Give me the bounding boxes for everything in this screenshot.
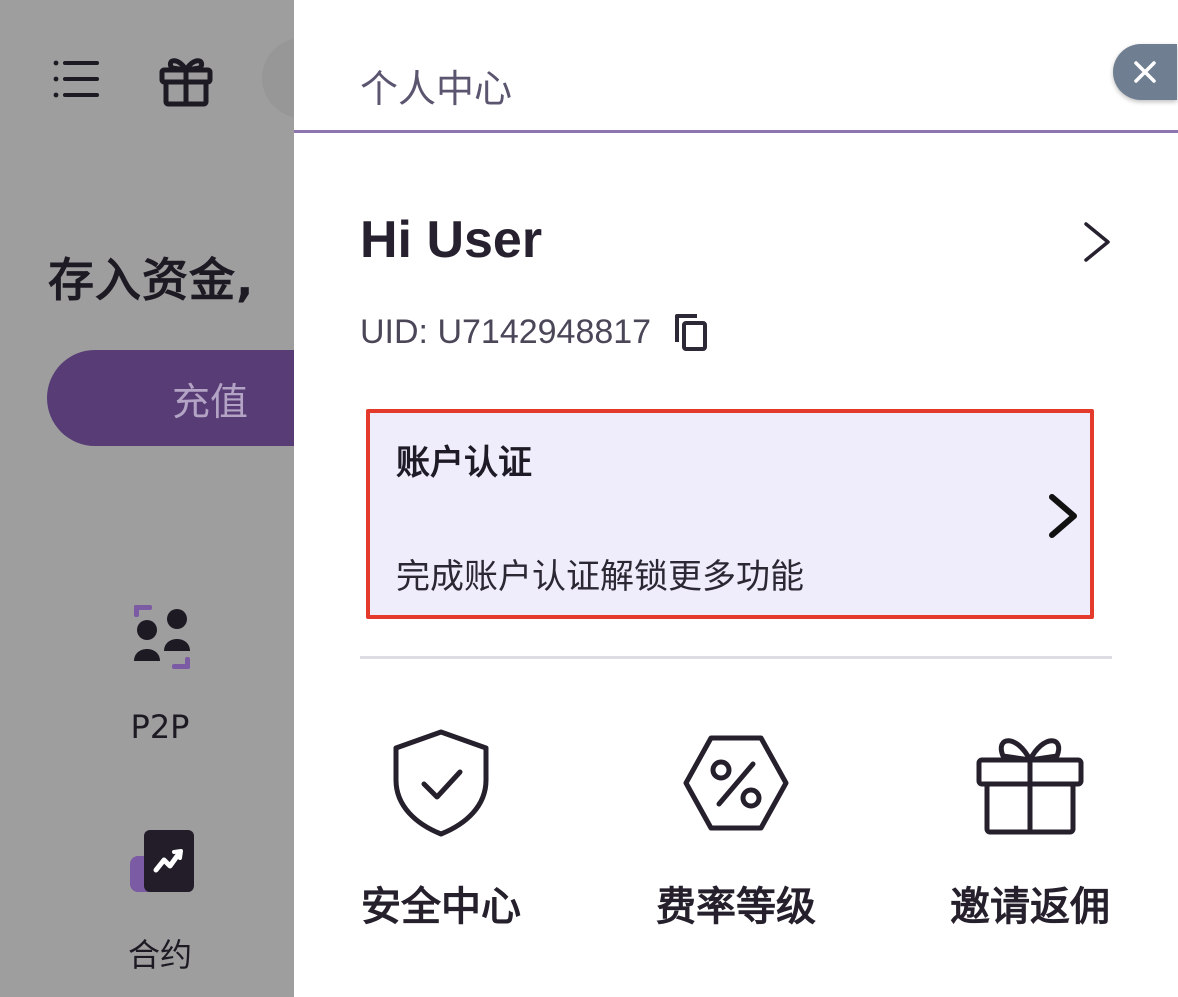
- verification-title: 账户认证: [396, 443, 532, 483]
- account-verification-card[interactable]: 账户认证 完成账户认证解锁更多功能: [366, 409, 1094, 619]
- shortcut-label: 邀请返佣: [950, 884, 1110, 930]
- chevron-right-icon: [1049, 494, 1077, 538]
- chevron-right-icon[interactable]: [1078, 220, 1118, 264]
- shield-check-icon: [393, 729, 489, 837]
- fee-tier-shortcut[interactable]: 费率等级: [626, 728, 846, 930]
- verification-subtitle: 完成账户认证解锁更多功能: [396, 557, 804, 597]
- gift-icon[interactable]: [158, 52, 214, 108]
- close-button[interactable]: [1113, 44, 1177, 100]
- contract-icon[interactable]: [130, 830, 196, 894]
- deposit-button-label: 充值: [172, 379, 249, 424]
- copy-icon[interactable]: [673, 312, 709, 352]
- uid-row: UID: U7142948817: [360, 312, 709, 352]
- shortcut-label: 费率等级: [656, 884, 816, 930]
- p2p-label: P2P: [130, 708, 190, 746]
- p2p-icon[interactable]: [130, 603, 194, 671]
- drawer-header: 个人中心: [294, 0, 1178, 133]
- security-center-shortcut[interactable]: 安全中心: [331, 728, 551, 930]
- drawer-title: 个人中心: [360, 67, 513, 111]
- personal-center-drawer: 个人中心 Hi User UID: U7142948817 账户认证 完成账户认…: [294, 0, 1178, 997]
- uid-text: UID: U7142948817: [360, 312, 652, 351]
- contract-label: 合约: [127, 936, 192, 974]
- referral-shortcut[interactable]: 邀请返佣: [920, 728, 1140, 930]
- user-greeting[interactable]: Hi User: [360, 210, 542, 270]
- divider: [360, 656, 1112, 659]
- percent-hexagon-icon: [683, 735, 789, 831]
- gift-icon: [976, 738, 1084, 835]
- shortcut-label: 安全中心: [361, 884, 521, 930]
- menu-icon[interactable]: [52, 55, 100, 103]
- deposit-headline: 存入资金,: [48, 253, 255, 307]
- close-icon: [1134, 61, 1156, 83]
- screen: 存入资金, 充值 P2P 合约 个人中心 Hi User UID: U71429…: [0, 0, 1178, 997]
